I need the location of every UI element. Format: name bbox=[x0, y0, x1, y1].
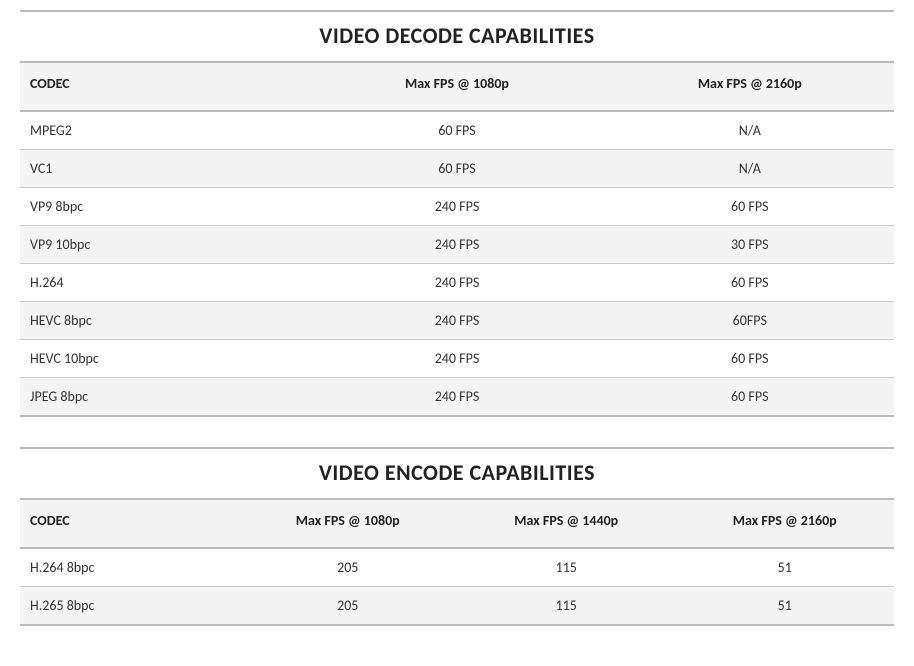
fps-1080-cell: 60 FPS bbox=[308, 150, 605, 188]
decode-header-row: CODEC Max FPS @ 1080p Max FPS @ 2160p bbox=[20, 62, 894, 111]
table-row: H.264 240 FPS 60 FPS bbox=[20, 264, 894, 302]
encode-title: VIDEO ENCODE CAPABILITIES bbox=[20, 447, 894, 498]
encode-header-row: CODEC Max FPS @ 1080p Max FPS @ 1440p Ma… bbox=[20, 499, 894, 548]
fps-1440-cell: 115 bbox=[457, 548, 676, 587]
codec-cell: MPEG2 bbox=[20, 111, 308, 150]
table-row: VC1 60 FPS N/A bbox=[20, 150, 894, 188]
codec-cell: JPEG 8bpc bbox=[20, 378, 308, 417]
encode-header-codec: CODEC bbox=[20, 499, 239, 548]
table-row: HEVC 10bpc 240 FPS 60 FPS bbox=[20, 340, 894, 378]
fps-1080-cell: 240 FPS bbox=[308, 378, 605, 417]
fps-1080-cell: 240 FPS bbox=[308, 302, 605, 340]
fps-2160-cell: 30 FPS bbox=[606, 226, 894, 264]
codec-cell: VP9 10bpc bbox=[20, 226, 308, 264]
decode-section: VIDEO DECODE CAPABILITIES CODEC Max FPS … bbox=[20, 10, 894, 417]
table-row: JPEG 8bpc 240 FPS 60 FPS bbox=[20, 378, 894, 417]
fps-1080-cell: 240 FPS bbox=[308, 188, 605, 226]
encode-header-1080p: Max FPS @ 1080p bbox=[239, 499, 458, 548]
fps-2160-cell: 51 bbox=[676, 587, 895, 626]
codec-cell: HEVC 8bpc bbox=[20, 302, 308, 340]
codec-cell: VC1 bbox=[20, 150, 308, 188]
table-row: VP9 10bpc 240 FPS 30 FPS bbox=[20, 226, 894, 264]
fps-2160-cell: 60 FPS bbox=[606, 188, 894, 226]
encode-section: VIDEO ENCODE CAPABILITIES CODEC Max FPS … bbox=[20, 447, 894, 626]
fps-1080-cell: 60 FPS bbox=[308, 111, 605, 150]
table-row: H.264 8bpc 205 115 51 bbox=[20, 548, 894, 587]
codec-cell: HEVC 10bpc bbox=[20, 340, 308, 378]
fps-1080-cell: 205 bbox=[239, 587, 458, 626]
encode-table: CODEC Max FPS @ 1080p Max FPS @ 1440p Ma… bbox=[20, 498, 894, 626]
table-row: H.265 8bpc 205 115 51 bbox=[20, 587, 894, 626]
table-row: HEVC 8bpc 240 FPS 60FPS bbox=[20, 302, 894, 340]
decode-header-codec: CODEC bbox=[20, 62, 308, 111]
decode-table: CODEC Max FPS @ 1080p Max FPS @ 2160p MP… bbox=[20, 61, 894, 417]
codec-cell: H.265 8bpc bbox=[20, 587, 239, 626]
fps-2160-cell: N/A bbox=[606, 111, 894, 150]
fps-1080-cell: 205 bbox=[239, 548, 458, 587]
encode-header-2160p: Max FPS @ 2160p bbox=[676, 499, 895, 548]
encode-header-1440p: Max FPS @ 1440p bbox=[457, 499, 676, 548]
table-row: VP9 8bpc 240 FPS 60 FPS bbox=[20, 188, 894, 226]
fps-2160-cell: 60 FPS bbox=[606, 264, 894, 302]
fps-2160-cell: 60FPS bbox=[606, 302, 894, 340]
table-row: MPEG2 60 FPS N/A bbox=[20, 111, 894, 150]
decode-title: VIDEO DECODE CAPABILITIES bbox=[20, 10, 894, 61]
fps-1440-cell: 115 bbox=[457, 587, 676, 626]
codec-cell: H.264 8bpc bbox=[20, 548, 239, 587]
fps-1080-cell: 240 FPS bbox=[308, 264, 605, 302]
fps-2160-cell: 60 FPS bbox=[606, 378, 894, 417]
codec-cell: VP9 8bpc bbox=[20, 188, 308, 226]
decode-header-1080p: Max FPS @ 1080p bbox=[308, 62, 605, 111]
fps-2160-cell: 60 FPS bbox=[606, 340, 894, 378]
fps-1080-cell: 240 FPS bbox=[308, 226, 605, 264]
fps-1080-cell: 240 FPS bbox=[308, 340, 605, 378]
decode-header-2160p: Max FPS @ 2160p bbox=[606, 62, 894, 111]
encode-tbody: H.264 8bpc 205 115 51 H.265 8bpc 205 115… bbox=[20, 548, 894, 625]
fps-2160-cell: 51 bbox=[676, 548, 895, 587]
fps-2160-cell: N/A bbox=[606, 150, 894, 188]
codec-cell: H.264 bbox=[20, 264, 308, 302]
decode-tbody: MPEG2 60 FPS N/A VC1 60 FPS N/A VP9 8bpc… bbox=[20, 111, 894, 416]
